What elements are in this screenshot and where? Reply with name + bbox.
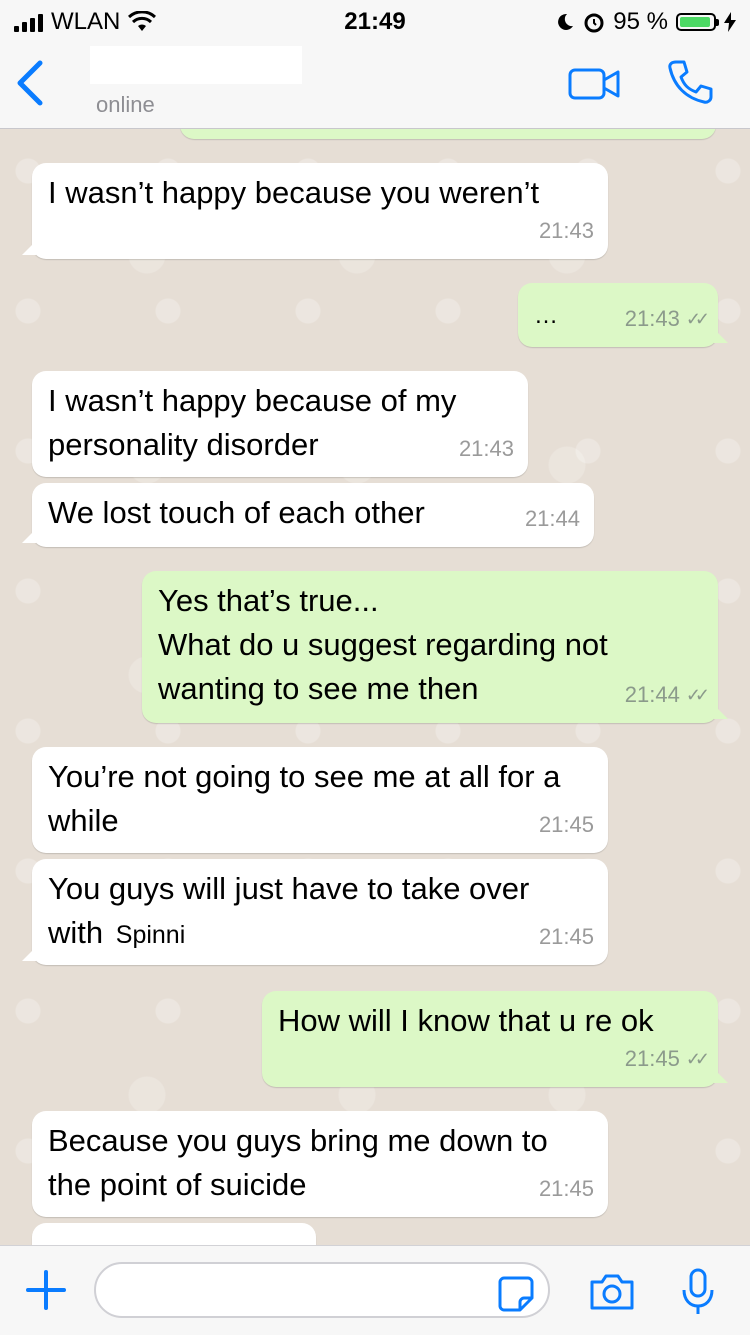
read-receipt-icon: ✓✓ (685, 685, 710, 705)
message-bubble-outgoing[interactable]: Yes that’s true... What do u suggest reg… (142, 571, 728, 723)
chat-area[interactable]: I wasn’t happy because you weren’t 21:43… (0, 129, 750, 1245)
chat-header: online (0, 40, 750, 129)
microphone-icon[interactable] (680, 1268, 716, 1316)
message-bubble-incoming[interactable]: I wasn’t happy because of my personality… (32, 371, 528, 477)
battery-percent: 95 % (613, 8, 668, 35)
message-text: I wasn’t happy because of my personality… (48, 383, 457, 462)
message-bubble-incoming[interactable]: I wasn’t happy because you weren’t 21:43 (22, 163, 608, 259)
video-call-icon[interactable] (568, 68, 622, 100)
back-chevron-icon[interactable] (14, 60, 44, 106)
message-input-bar (0, 1245, 750, 1335)
message-line: What do u suggest regarding not (158, 627, 608, 662)
charging-icon (724, 12, 736, 32)
message-time: 21:44 (524, 506, 580, 531)
camera-icon[interactable] (588, 1272, 636, 1312)
message-line: Yes that’s true... (158, 583, 379, 618)
read-receipt-icon: ✓✓ (685, 1049, 710, 1069)
message-time: 21:43 (458, 436, 514, 461)
message-line: wanting to see me then (158, 671, 479, 706)
battery-fill (680, 17, 711, 27)
message-text-field[interactable] (116, 1264, 500, 1316)
message-bubble-incoming[interactable]: Because you guys bring me down to the po… (32, 1111, 608, 1217)
message-time: 21:43 (624, 306, 680, 331)
message-bubble-partial (32, 1223, 316, 1245)
phone-call-icon[interactable] (666, 58, 714, 106)
message-time: 21:45 (538, 924, 594, 949)
message-time: 21:45 (624, 1046, 680, 1071)
status-bar: WLAN 21:49 95 % (0, 0, 750, 40)
message-text: How will I know that u re ok (278, 1003, 654, 1038)
alarm-icon (584, 13, 604, 33)
message-time: 21:45 (538, 812, 594, 837)
message-text: We lost touch of each other (48, 495, 425, 530)
message-input[interactable] (94, 1262, 550, 1318)
message-bubble-incoming[interactable]: You guys will just have to take over wit… (22, 859, 608, 965)
message-text: I wasn’t happy because you weren’t (48, 175, 540, 210)
message-bubble-outgoing[interactable]: … 21:43 ✓✓ (518, 283, 728, 347)
message-bubble-incoming[interactable]: We lost touch of each other 21:44 (22, 483, 594, 547)
redacted-box (189, 919, 250, 950)
contact-status: online (96, 92, 155, 117)
message-text: You’re not going to see me at all for a … (48, 759, 561, 838)
message-time: 21:45 (538, 1176, 594, 1201)
read-receipt-icon: ✓✓ (685, 309, 710, 329)
mention-label: Spinni (111, 917, 190, 952)
message-text: Because you guys bring me down to the po… (48, 1123, 548, 1202)
do-not-disturb-icon (558, 13, 574, 30)
message-time: 21:43 (538, 218, 594, 243)
plus-icon[interactable] (26, 1270, 66, 1310)
message-time: 21:44 (624, 682, 680, 707)
message-bubble-outgoing[interactable]: How will I know that u re ok 21:45 ✓✓ (262, 991, 728, 1087)
battery-icon (676, 13, 719, 31)
contact-name-redacted[interactable] (90, 46, 302, 84)
message-bubble-incoming[interactable]: You’re not going to see me at all for a … (32, 747, 608, 853)
sticker-icon[interactable] (498, 1276, 534, 1312)
message-bubble-partial (180, 129, 716, 139)
message-text: … (534, 302, 558, 329)
